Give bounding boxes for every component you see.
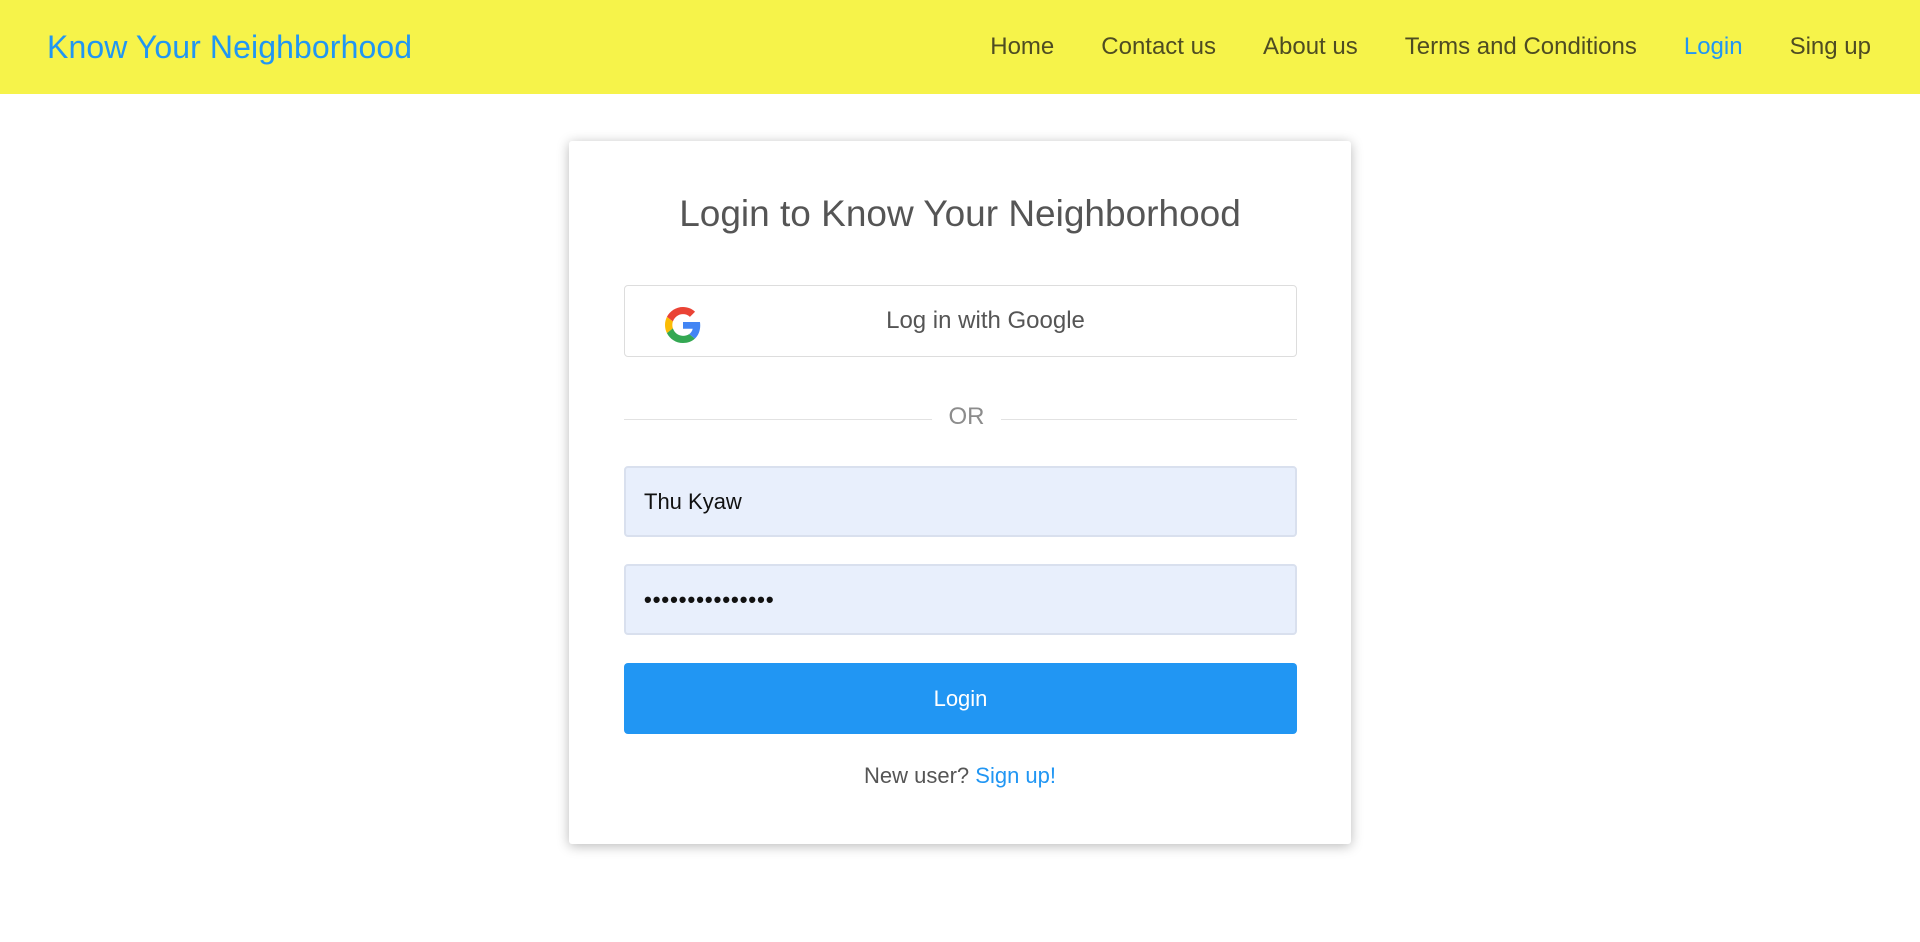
login-title: Login to Know Your Neighborhood (679, 193, 1241, 234)
nav-link-terms[interactable]: Terms and Conditions (1405, 33, 1637, 61)
brand-logo-link[interactable]: Know Your Neighborhood (47, 29, 412, 66)
signup-prompt-text: New user? (863, 763, 970, 788)
login-card: Login to Know Your Neighborhood Log in w… (569, 141, 1351, 844)
nav-link-contact[interactable]: Contact us (1101, 33, 1216, 61)
nav-link-login[interactable]: Login (1684, 33, 1743, 61)
nav-link-signup[interactable]: Sing up (1790, 33, 1871, 61)
login-button[interactable]: Login (624, 663, 1297, 734)
nav-link-about[interactable]: About us (1263, 33, 1358, 61)
google-login-label: Log in with Google (886, 307, 1085, 334)
or-divider: OR (624, 403, 1297, 433)
divider-text: OR (948, 403, 985, 430)
signup-prompt: New user? Sign up! (569, 763, 1351, 789)
navbar: Know Your Neighborhood Home Contact us A… (0, 0, 1920, 94)
nav-link-home[interactable]: Home (990, 33, 1054, 61)
password-field[interactable]: ••••••••••••••• (624, 564, 1297, 635)
nav-links: Home Contact us About us Terms and Condi… (943, 33, 1871, 61)
divider-line-left (624, 419, 932, 420)
google-login-button[interactable]: Log in with Google (624, 285, 1297, 357)
username-field[interactable]: Thu Kyaw (624, 466, 1297, 537)
divider-line-right (1001, 419, 1297, 420)
signup-link[interactable]: Sign up! (975, 763, 1056, 788)
